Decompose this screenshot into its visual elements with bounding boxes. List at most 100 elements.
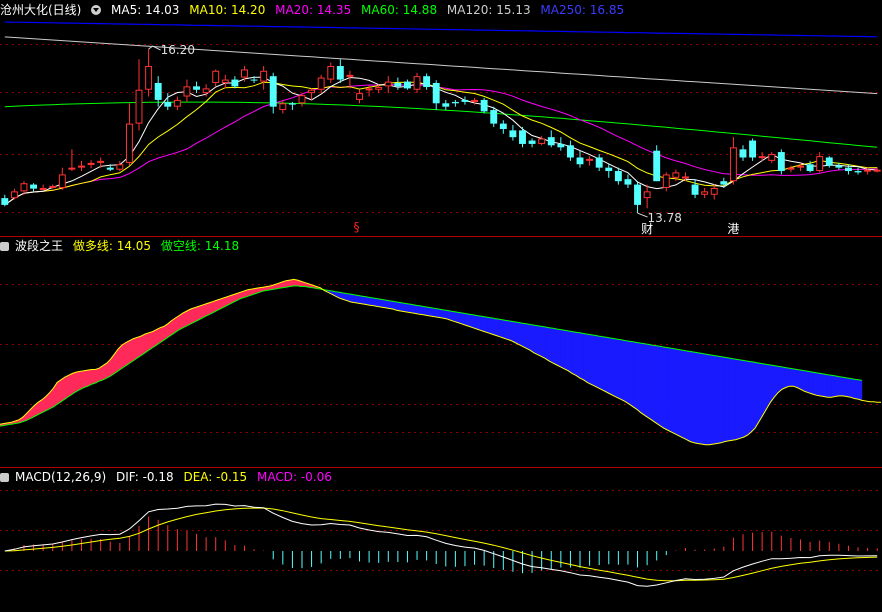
wave-band xyxy=(75,371,81,392)
wave-band xyxy=(285,279,291,288)
candle-body xyxy=(269,76,277,107)
wave-band xyxy=(575,331,581,379)
wave-band xyxy=(724,356,729,442)
wave-band xyxy=(751,361,756,433)
wave-band xyxy=(827,374,832,398)
candle xyxy=(260,66,268,90)
wave-band xyxy=(686,350,691,443)
candle-body xyxy=(39,187,47,190)
event-marker-finance[interactable]: 财 xyxy=(641,220,653,237)
wave-band xyxy=(854,378,859,400)
candle-body xyxy=(173,99,181,107)
ma20-label: MA20: 14.35 xyxy=(275,3,352,17)
candle xyxy=(624,174,632,188)
candle xyxy=(173,96,181,111)
wave-band xyxy=(628,340,634,408)
candle xyxy=(298,93,306,107)
candle-body xyxy=(260,70,268,82)
candle-body xyxy=(691,184,699,195)
candle-body xyxy=(797,165,804,168)
candle xyxy=(873,167,881,173)
wave-band xyxy=(770,364,775,404)
candle-body xyxy=(854,171,862,173)
candle-body xyxy=(566,145,574,158)
candle-body xyxy=(787,167,795,170)
wave-band xyxy=(194,306,199,323)
candle-body xyxy=(30,184,38,189)
wave-band xyxy=(644,343,649,419)
wave-band xyxy=(125,340,130,367)
wave-title[interactable]: 波段之王 xyxy=(15,239,63,253)
candle xyxy=(509,124,517,141)
candle xyxy=(528,138,536,148)
wave-band xyxy=(461,312,466,326)
wave-band xyxy=(354,294,359,304)
candle-body xyxy=(749,140,757,158)
event-marker-port[interactable]: 港 xyxy=(727,220,739,237)
wave-band xyxy=(560,329,565,370)
wave-band xyxy=(800,369,806,392)
wave-band xyxy=(499,318,504,339)
wave-band xyxy=(834,375,840,397)
stock-title[interactable]: 沧州大化(日线) xyxy=(0,3,81,17)
wave-band xyxy=(411,304,417,314)
candle xyxy=(212,69,220,87)
event-marker-dividend[interactable]: § xyxy=(354,220,360,234)
wave-band xyxy=(83,369,89,388)
candle xyxy=(643,184,651,209)
wave-band xyxy=(792,368,798,388)
ma120-label: MA120: 15.13 xyxy=(446,3,531,17)
candle xyxy=(221,74,229,89)
macd-panel xyxy=(4,503,878,587)
candle xyxy=(68,149,76,172)
candle-body xyxy=(432,82,440,104)
candle xyxy=(739,145,747,161)
wave-band xyxy=(773,365,779,398)
dropdown-icon[interactable] xyxy=(91,5,102,15)
wave-band xyxy=(846,377,851,398)
wave-band xyxy=(182,310,188,329)
macd-title[interactable]: MACD(12,26,9) xyxy=(15,470,106,484)
wave-band xyxy=(636,342,642,414)
candle-body xyxy=(509,130,517,138)
ma10-label: MA10: 14.20 xyxy=(189,3,266,17)
candle-body xyxy=(442,103,450,107)
candle-body xyxy=(78,165,85,168)
wave-band xyxy=(583,333,588,383)
candle-body xyxy=(336,66,344,80)
wave-band xyxy=(743,360,748,438)
candle-body xyxy=(87,162,95,165)
candle-body xyxy=(451,101,459,104)
wave-band xyxy=(617,338,622,401)
wave-band xyxy=(667,347,672,433)
wave-band xyxy=(838,376,844,397)
wave-band xyxy=(491,317,497,336)
candle-body xyxy=(58,174,66,188)
wave-band xyxy=(701,353,706,446)
candle xyxy=(768,152,776,163)
candle-body xyxy=(183,86,191,97)
candle xyxy=(461,96,469,105)
wave-band xyxy=(720,356,725,444)
wave-band xyxy=(464,313,470,327)
candle-body xyxy=(97,160,105,163)
candle-body xyxy=(135,89,143,124)
wave-band xyxy=(144,332,150,354)
dea-label: DEA: -0.15 xyxy=(183,470,248,484)
indicator-settings-icon[interactable] xyxy=(0,242,9,251)
wave-band xyxy=(510,320,516,343)
candle-body xyxy=(557,143,565,148)
wave-band xyxy=(377,298,382,308)
candle-body xyxy=(528,140,536,144)
candle xyxy=(653,145,661,182)
wave-band xyxy=(396,301,401,312)
wave-band xyxy=(804,370,809,394)
wave-band xyxy=(857,379,863,401)
candle xyxy=(279,99,287,114)
ma250-line xyxy=(4,21,878,38)
candle xyxy=(231,76,239,89)
indicator-settings-icon[interactable] xyxy=(0,473,9,482)
candle xyxy=(423,73,431,90)
wave-band xyxy=(526,323,531,351)
macd-value-label: MACD: -0.06 xyxy=(257,470,332,484)
